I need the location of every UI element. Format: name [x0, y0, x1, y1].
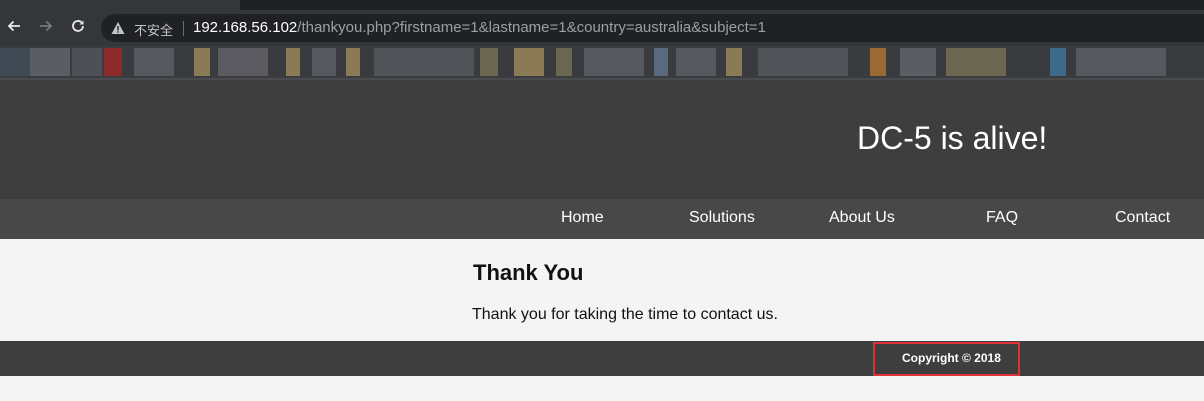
reload-icon: [72, 20, 84, 32]
bookmark-item[interactable]: [1050, 48, 1066, 76]
nav-contact[interactable]: Contact: [1115, 209, 1170, 227]
page-bottom: [0, 376, 1204, 401]
bookmark-item[interactable]: [30, 48, 70, 76]
highlight-box: [873, 342, 1020, 376]
bookmark-item[interactable]: [654, 48, 668, 76]
warning-triangle-icon[interactable]: [111, 21, 125, 35]
bookmark-item[interactable]: [480, 48, 498, 76]
bookmark-item[interactable]: [374, 48, 474, 76]
bookmarks-bar: [0, 46, 1204, 78]
bookmark-item[interactable]: [870, 48, 886, 76]
bookmark-item[interactable]: [104, 48, 122, 76]
tab-strip: [240, 0, 1204, 10]
bookmark-item[interactable]: [946, 48, 1006, 76]
address-bar[interactable]: 不安全 192.168.56.102/thankyou.php?firstnam…: [101, 14, 1204, 42]
bookmark-item[interactable]: [286, 48, 300, 76]
bookmark-item[interactable]: [514, 48, 544, 76]
bookmark-item[interactable]: [584, 48, 644, 76]
nav-home[interactable]: Home: [561, 209, 604, 227]
bookmark-item[interactable]: [346, 48, 360, 76]
url-host: 192.168.56.102: [193, 19, 298, 36]
arrow-right-icon: [40, 20, 53, 32]
address-separator: [183, 21, 184, 36]
bookmark-item[interactable]: [72, 48, 102, 76]
arrow-left-icon: [7, 20, 20, 32]
bookmark-item[interactable]: [218, 48, 268, 76]
bookmark-item[interactable]: [1076, 48, 1166, 76]
main-content: Thank You Thank you for taking the time …: [0, 239, 1204, 341]
page-heading: Thank You: [473, 260, 584, 285]
reload-button[interactable]: [66, 14, 90, 38]
nav-about-us[interactable]: About Us: [829, 209, 895, 227]
main-nav: Home Solutions About Us FAQ Contact: [0, 199, 1204, 239]
bookmark-item[interactable]: [556, 48, 572, 76]
bookmark-item[interactable]: [676, 48, 716, 76]
site-header: DC-5 is alive!: [0, 80, 1204, 199]
browser-toolbar: 不安全 192.168.56.102/thankyou.php?firstnam…: [0, 0, 1204, 80]
bookmark-item[interactable]: [134, 48, 174, 76]
site-title: DC-5 is alive!: [857, 120, 1048, 156]
security-label[interactable]: 不安全: [134, 20, 173, 39]
bookmark-item[interactable]: [758, 48, 848, 76]
url-text[interactable]: 192.168.56.102/thankyou.php?firstname=1&…: [193, 19, 766, 36]
bookmark-item[interactable]: [726, 48, 742, 76]
forward-button[interactable]: [34, 14, 58, 38]
bookmark-item[interactable]: [312, 48, 336, 76]
nav-solutions[interactable]: Solutions: [689, 209, 755, 227]
back-button[interactable]: [2, 14, 26, 38]
bookmark-item[interactable]: [194, 48, 210, 76]
site-footer: Copyright © 2018: [0, 341, 1204, 376]
bookmark-item[interactable]: [0, 48, 30, 76]
nav-faq[interactable]: FAQ: [986, 209, 1018, 227]
thank-you-message: Thank you for taking the time to contact…: [472, 306, 778, 323]
bookmark-item[interactable]: [900, 48, 936, 76]
url-path: /thankyou.php?firstname=1&lastname=1&cou…: [297, 19, 766, 36]
